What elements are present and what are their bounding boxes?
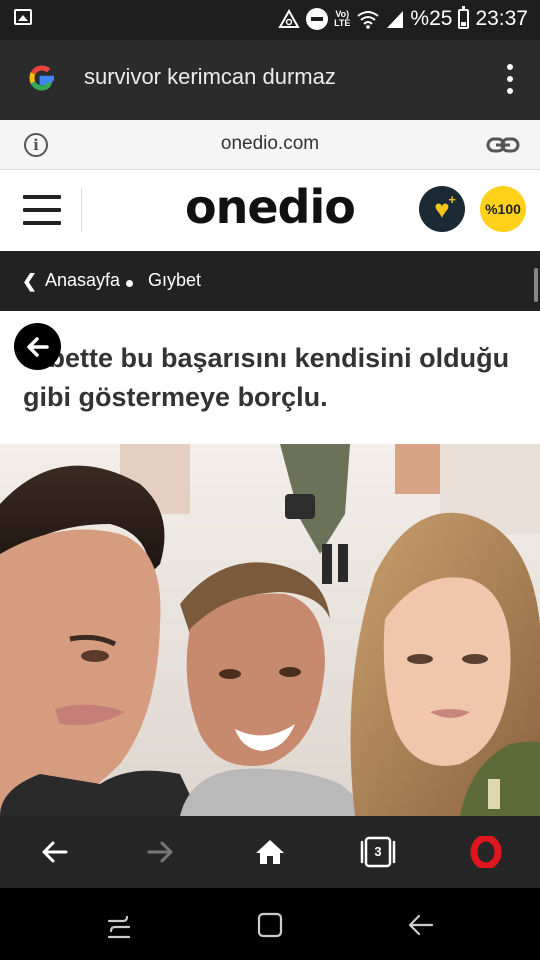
- browser-bottom-nav: 3: [0, 816, 540, 888]
- favorite-heart-button[interactable]: ♥ +: [419, 186, 465, 232]
- status-time: 23:37: [475, 7, 528, 30]
- wifi-icon: [356, 9, 380, 29]
- site-logo[interactable]: onedio: [185, 180, 356, 234]
- back-button[interactable]: [14, 323, 61, 370]
- plus-icon: +: [448, 192, 456, 207]
- image-icon: [14, 9, 32, 25]
- selfie-photo: [0, 444, 540, 816]
- arrow-left-icon: [26, 336, 49, 357]
- link-icon[interactable]: [486, 133, 520, 157]
- forward-arrow-icon[interactable]: [141, 832, 181, 872]
- browser-search-bar[interactable]: survivor kerimcan durmaz: [0, 40, 540, 120]
- alarm-icon: [278, 9, 300, 29]
- heart-icon: ♥: [434, 193, 450, 224]
- home-icon[interactable]: [250, 832, 290, 872]
- site-header: onedio ♥ + %100: [0, 170, 540, 251]
- article-paragraph: Elbette bu başarısını kendisini olduğu g…: [23, 343, 510, 412]
- home-square-icon[interactable]: [250, 905, 290, 945]
- tabs-count: 3: [374, 844, 382, 859]
- system-back-icon[interactable]: [401, 905, 441, 945]
- search-query-text[interactable]: survivor kerimcan durmaz: [84, 64, 336, 90]
- status-bar: Vo) LTE %25 23:37: [0, 0, 540, 40]
- breadcrumb-category-link[interactable]: Gıybet: [148, 270, 201, 291]
- chevron-left-icon[interactable]: ❮: [22, 271, 37, 292]
- header-divider: [81, 187, 82, 233]
- breadcrumb-home-link[interactable]: Anasayfa: [45, 270, 120, 291]
- dnd-icon: [306, 8, 329, 30]
- overflow-menu-icon[interactable]: [506, 64, 514, 94]
- battery-icon: [458, 6, 470, 29]
- back-arrow-icon[interactable]: [34, 832, 74, 872]
- domain-bar: i onedio.com: [0, 120, 540, 170]
- battery-percent: %25: [410, 7, 453, 30]
- volte-label: Vo) LTE: [334, 9, 351, 28]
- system-nav-bar: [0, 888, 540, 960]
- opera-menu-icon[interactable]: [466, 832, 506, 872]
- signal-icon: [386, 9, 404, 29]
- recent-apps-icon[interactable]: [99, 905, 139, 945]
- status-icons: Vo) LTE %25 23:37: [278, 6, 528, 32]
- article-photo[interactable]: [0, 444, 540, 816]
- volte-icon: Vo) LTE: [334, 10, 350, 28]
- tabs-button[interactable]: 3: [360, 836, 396, 868]
- google-icon[interactable]: [26, 62, 58, 94]
- domain-text: onedio.com: [220, 133, 320, 154]
- hamburger-menu-icon[interactable]: [23, 195, 61, 225]
- score-badge-button[interactable]: %100: [480, 186, 526, 232]
- breadcrumb-separator: [126, 280, 133, 287]
- scrollbar[interactable]: [534, 268, 538, 302]
- article-content: Elbette bu başarısını kendisini olduğu g…: [0, 311, 540, 816]
- breadcrumb: ❮ Anasayfa Gıybet: [0, 251, 540, 311]
